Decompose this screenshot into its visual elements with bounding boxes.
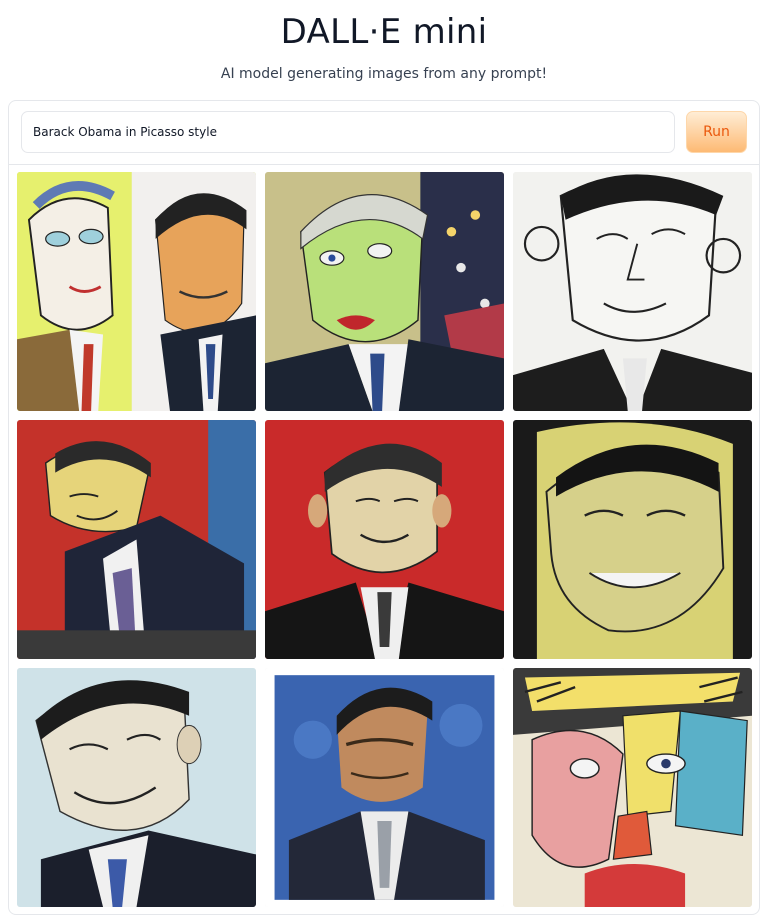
generated-image-1[interactable] <box>17 172 256 411</box>
generated-image-4[interactable] <box>17 420 256 659</box>
prompt-row: Run <box>9 101 759 165</box>
app-subtitle: AI model generating images from any prom… <box>220 66 548 82</box>
app-title: DALL·E mini <box>280 12 488 52</box>
generated-image-7[interactable] <box>17 668 256 907</box>
generated-image-8[interactable] <box>265 668 504 907</box>
prompt-input[interactable] <box>21 111 675 153</box>
image-gallery <box>17 172 752 910</box>
generated-image-9[interactable] <box>513 668 752 907</box>
generated-image-2[interactable] <box>265 172 504 411</box>
generated-image-5[interactable] <box>265 420 504 659</box>
main-card: Run <box>8 100 760 915</box>
generated-image-6[interactable] <box>513 420 752 659</box>
run-button[interactable]: Run <box>686 111 747 153</box>
generated-image-3[interactable] <box>513 172 752 411</box>
